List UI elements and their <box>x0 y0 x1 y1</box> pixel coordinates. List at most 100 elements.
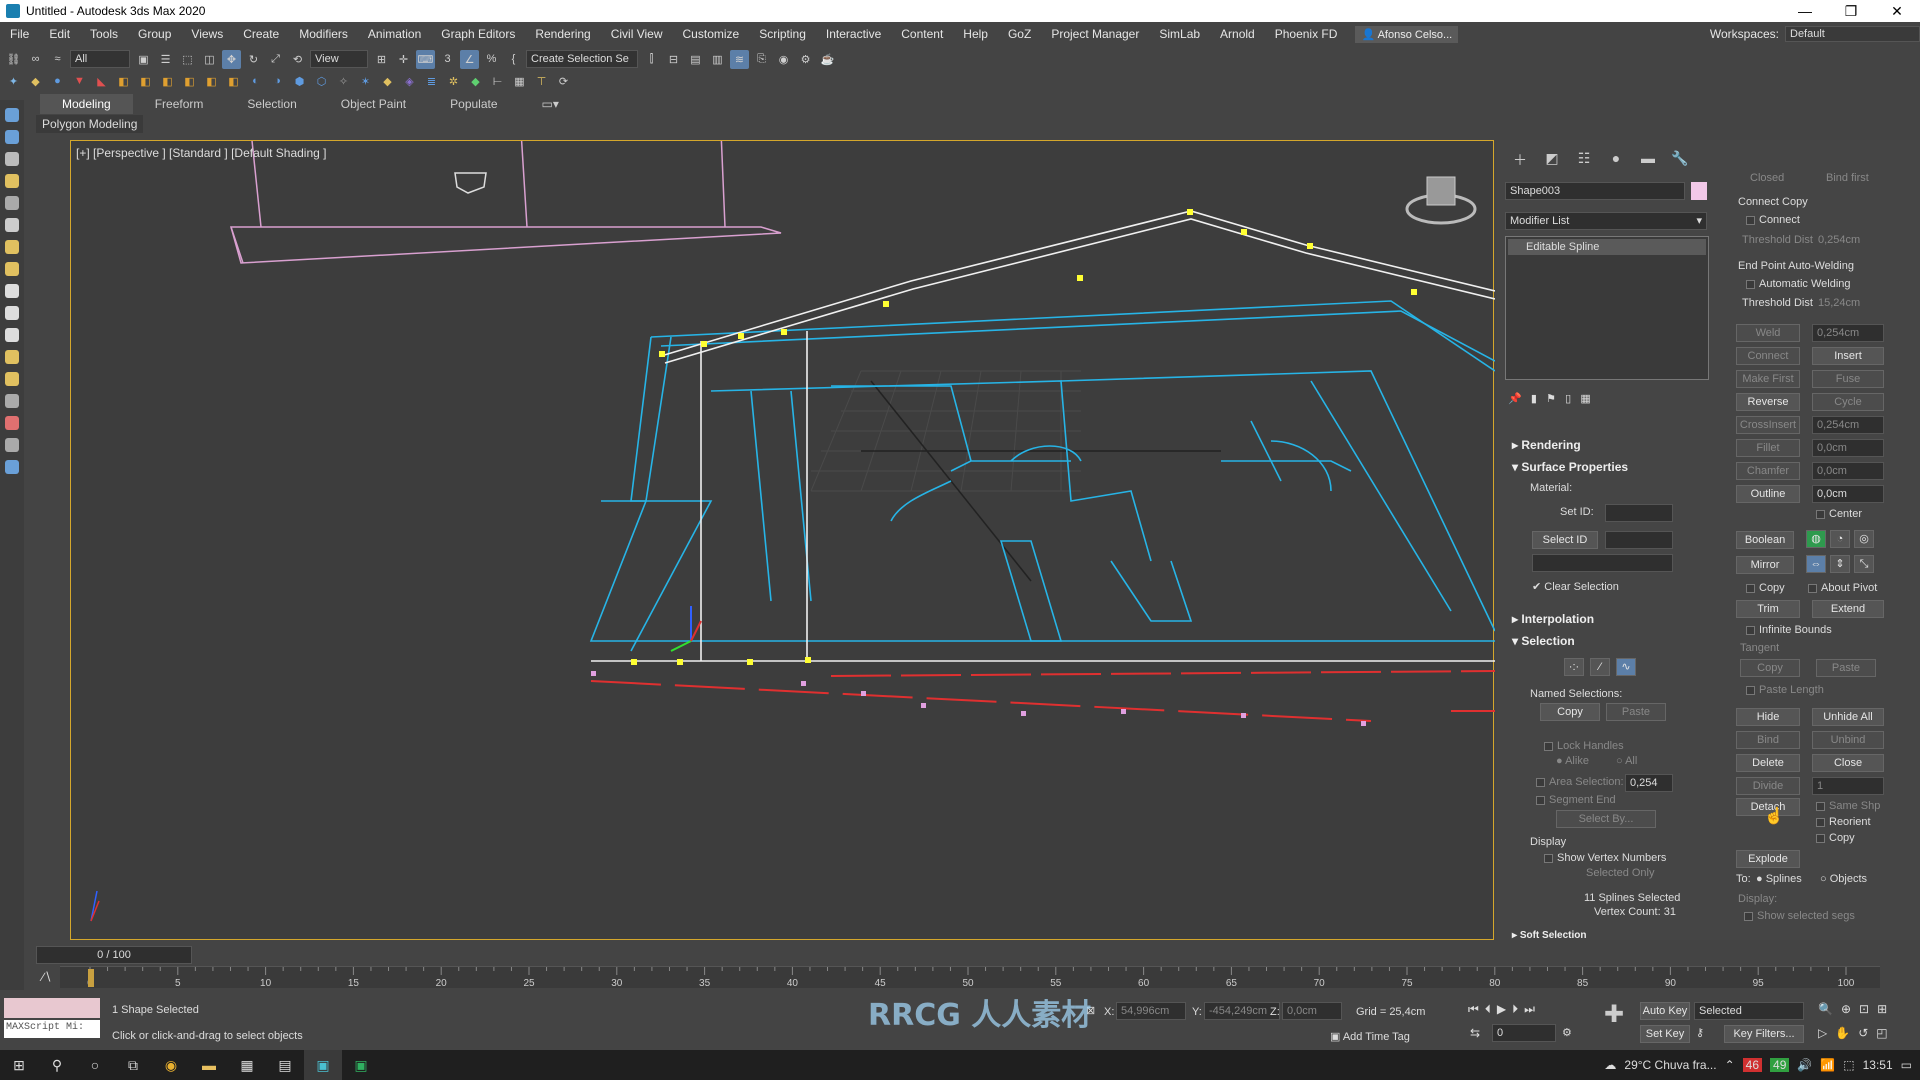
tangent-copy-button[interactable]: Copy <box>1740 659 1800 677</box>
alike-radio[interactable]: ● Alike <box>1556 755 1589 767</box>
connect-checkbox[interactable]: Connect <box>1746 214 1800 226</box>
sphere-icon[interactable] <box>5 262 19 276</box>
play-icon[interactable]: ▶ <box>1497 1002 1506 1017</box>
tool-icon-1[interactable]: ✦ <box>4 72 23 91</box>
about-pivot-checkbox[interactable]: About Pivot <box>1808 582 1877 594</box>
unlink-icon[interactable]: ∞ <box>26 50 45 69</box>
cortana-icon[interactable]: ○ <box>76 1050 114 1080</box>
utilities-tab-icon[interactable]: 🔧 <box>1664 150 1696 170</box>
viewport-perspective[interactable] <box>70 130 1496 941</box>
z-coordinate-field[interactable]: 0,0cm <box>1282 1002 1342 1020</box>
x-coordinate-field[interactable]: 54,996cm <box>1116 1002 1186 1020</box>
menu-file[interactable]: File <box>0 27 39 41</box>
tool-icon-22[interactable]: ◆ <box>466 72 485 91</box>
infinite-bounds-checkbox[interactable]: Infinite Bounds <box>1746 624 1832 636</box>
bone-icon[interactable] <box>5 438 19 452</box>
menu-modifiers[interactable]: Modifiers <box>289 27 358 41</box>
go-to-end-icon[interactable]: ⏭ <box>1524 1002 1535 1017</box>
mirror-copy-checkbox[interactable]: Copy <box>1746 582 1785 594</box>
named-paste-button[interactable]: Paste <box>1606 703 1666 721</box>
selection-filter-dropdown[interactable]: All <box>70 50 130 68</box>
boolean-button[interactable]: Boolean <box>1736 531 1794 549</box>
user-account-dropdown[interactable]: 👤 Afonso Celso... <box>1355 25 1459 43</box>
select-by-button[interactable]: Select By... <box>1556 810 1656 828</box>
area-selection-checkbox[interactable]: Area Selection: <box>1536 776 1624 788</box>
create-tab-icon[interactable]: ＋ <box>1504 150 1536 170</box>
menu-graph-editors[interactable]: Graph Editors <box>431 27 525 41</box>
named-selection-dropdown[interactable]: Create Selection Se <box>526 50 638 68</box>
weld-threshold-spinner[interactable]: 15,24cm <box>1818 297 1860 309</box>
tab-modeling[interactable]: Modeling <box>40 94 133 114</box>
tool-icon-15[interactable]: ⬡ <box>312 72 331 91</box>
cylinder-icon[interactable] <box>5 284 19 298</box>
previous-frame-icon[interactable]: ⏴ <box>1485 1002 1491 1017</box>
tool-icon-14[interactable]: ⬢ <box>290 72 309 91</box>
fov-icon[interactable]: ▷ <box>1818 1026 1827 1040</box>
menu-simlab[interactable]: SimLab <box>1149 27 1210 41</box>
stack-tools[interactable]: 📌 ▮ ⚑ ▯ ▦ <box>1508 392 1591 405</box>
bind-first-checkbox[interactable]: Bind first <box>1826 172 1869 184</box>
mirror-vertical-icon[interactable]: ⇕ <box>1830 555 1850 573</box>
globe-icon[interactable] <box>5 460 19 474</box>
search-icon[interactable]: ⚲ <box>38 1050 76 1080</box>
time-config-icon[interactable]: ⚙ <box>1562 1026 1572 1039</box>
weld-spinner[interactable]: 0,254cm <box>1812 324 1884 342</box>
mirror-both-icon[interactable]: ⤡ <box>1854 555 1874 573</box>
unbind-button[interactable]: Unbind <box>1812 731 1884 749</box>
divide-spinner[interactable]: 1 <box>1812 777 1884 795</box>
subtract-icon[interactable]: ◔ <box>1830 530 1850 548</box>
y-coordinate-field[interactable]: -454,249cm <box>1204 1002 1280 1020</box>
tool-icon-5[interactable]: ◣ <box>92 72 111 91</box>
network-icon[interactable]: 📶 <box>1820 1058 1835 1072</box>
zoom-all-icon[interactable]: ⊕ <box>1841 1002 1851 1016</box>
window-crossing-icon[interactable]: ◫ <box>200 50 219 69</box>
mirror-horizontal-icon[interactable]: ⇔ <box>1806 555 1826 573</box>
tool-icon-3[interactable]: ● <box>48 72 67 91</box>
object-name-field[interactable]: Shape003 <box>1505 182 1685 200</box>
spline-level-icon[interactable]: ∿ <box>1616 658 1636 676</box>
named-copy-button[interactable]: Copy <box>1540 703 1600 721</box>
badge-red[interactable]: 46 <box>1742 1058 1763 1072</box>
ref-coord-dropdown[interactable]: View <box>310 50 368 68</box>
splines-radio[interactable]: ● Splines <box>1756 873 1802 885</box>
render-setup-icon[interactable]: ⚙ <box>796 50 815 69</box>
fillet-spinner[interactable]: 0,0cm <box>1812 439 1884 457</box>
connect-button[interactable]: Connect <box>1736 347 1800 365</box>
cycle-button[interactable]: Cycle <box>1812 393 1884 411</box>
object-color-swatch[interactable] <box>1691 182 1707 200</box>
angle-snap-icon[interactable]: ∠ <box>460 49 479 69</box>
detach-copy-checkbox[interactable]: Copy <box>1816 832 1855 844</box>
clear-selection-checkbox[interactable]: ✔ Clear Selection <box>1532 580 1619 593</box>
sun-icon[interactable] <box>5 350 19 364</box>
material-editor-icon[interactable]: ◉ <box>774 50 793 69</box>
fuse-button[interactable]: Fuse <box>1812 370 1884 388</box>
teapot-icon[interactable] <box>5 372 19 386</box>
tool-icon-8[interactable]: ◧ <box>158 72 177 91</box>
tool-icon-13[interactable]: ◑ <box>268 72 287 91</box>
timeline-track[interactable]: 0510152025303540455055606570758085909510… <box>60 966 1880 989</box>
menu-civil-view[interactable]: Civil View <box>601 27 673 41</box>
spline-wireframe[interactable] <box>71 130 1496 941</box>
weld-button[interactable]: Weld <box>1736 324 1800 342</box>
link-icon[interactable]: ⛓ <box>4 50 23 69</box>
curve-mini-icon[interactable]: ∕∖ <box>42 970 52 984</box>
closed-checkbox[interactable]: Closed <box>1750 172 1784 184</box>
ribbon-options-icon[interactable]: ▭▾ <box>520 94 581 114</box>
viewcube[interactable] <box>1405 176 1477 225</box>
refresh-icon[interactable]: ⟳ <box>554 72 573 91</box>
brush-icon[interactable] <box>5 416 19 430</box>
task-view-icon[interactable]: ⧉ <box>114 1050 152 1080</box>
menu-views[interactable]: Views <box>181 27 233 41</box>
workspaces-dropdown[interactable]: Default <box>1785 26 1920 42</box>
excel-icon[interactable]: ▣ <box>342 1050 380 1080</box>
menu-animation[interactable]: Animation <box>358 27 431 41</box>
transform-gizmo[interactable] <box>670 606 702 652</box>
rollout-selection[interactable]: ▾ Selection <box>1512 634 1575 648</box>
menu-content[interactable]: Content <box>891 27 953 41</box>
tab-object-paint[interactable]: Object Paint <box>319 94 428 114</box>
menu-rendering[interactable]: Rendering <box>525 27 600 41</box>
tool-icon-18[interactable]: ◆ <box>378 72 397 91</box>
close-spline-button[interactable]: Close <box>1812 754 1884 772</box>
box-icon[interactable] <box>5 240 19 254</box>
tool-icon-16[interactable]: ✧ <box>334 72 353 91</box>
